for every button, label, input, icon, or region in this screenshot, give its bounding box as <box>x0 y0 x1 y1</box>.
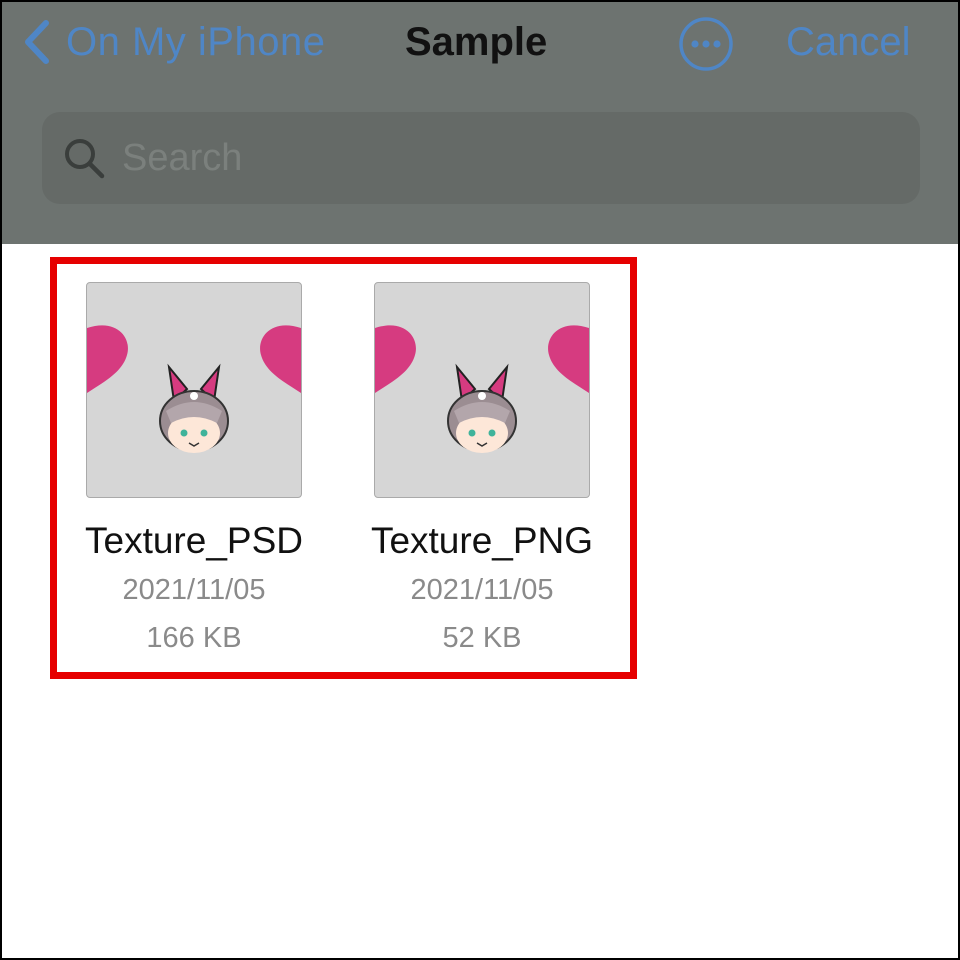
more-options-button[interactable] <box>678 16 734 72</box>
screen: On My iPhone Sample Cancel Search Textur… <box>0 0 960 960</box>
navigation-header: On My iPhone Sample Cancel <box>2 2 958 244</box>
file-size: 52 KB <box>442 622 522 654</box>
page-title: Sample <box>405 20 548 64</box>
search-input[interactable] <box>120 127 884 189</box>
file-thumbnail <box>86 282 302 498</box>
file-item-texture-png[interactable]: Texture_PNG 2021/11/05 52 KB <box>352 282 612 660</box>
chevron-left-icon <box>22 19 52 65</box>
back-button[interactable]: On My iPhone <box>22 16 325 68</box>
file-item-texture-psd[interactable]: Texture_PSD 2021/11/05 166 KB <box>64 282 324 660</box>
file-date: 2021/11/05 <box>122 574 266 606</box>
file-size: 166 KB <box>146 622 242 654</box>
ellipsis-circle-icon <box>678 16 734 72</box>
back-button-label: On My iPhone <box>66 19 326 64</box>
file-name: Texture_PSD <box>85 520 303 561</box>
file-thumbnail <box>374 282 590 498</box>
search-bar[interactable] <box>42 112 920 204</box>
search-icon <box>62 136 106 180</box>
cancel-button[interactable]: Cancel <box>786 16 911 68</box>
file-name: Texture_PNG <box>370 520 594 561</box>
file-date: 2021/11/05 <box>410 574 554 606</box>
